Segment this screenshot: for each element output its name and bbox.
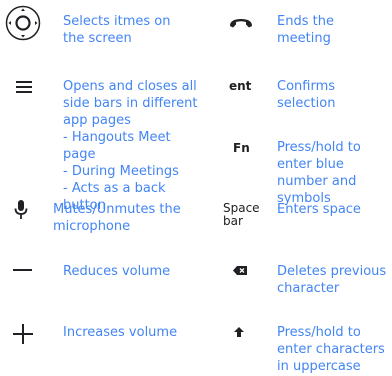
menu-description: Opens and closes all side bars in differ… [63, 79, 198, 213]
enter-key-label: ent [229, 79, 252, 93]
uppercase-description: Press/hold to enter characters in upperc… [277, 325, 385, 374]
mute-description: Mutes/Unmutes the microphone [53, 202, 181, 234]
space-description: Enters space [277, 202, 361, 217]
plus-icon [13, 324, 33, 344]
confirm-description: Confirms selection [277, 79, 336, 111]
volume-up-description: Increases volume [63, 325, 178, 340]
hamburger-menu-icon [16, 81, 32, 93]
select-description: Selects itmes on the screen [63, 14, 171, 46]
delete-description: Deletes previous character [277, 264, 387, 296]
end-meeting-description: Ends the meeting [277, 14, 334, 46]
space-key-label: Space bar [223, 201, 260, 228]
microphone-icon [14, 200, 28, 220]
dpad-select-icon [5, 5, 41, 41]
shift-arrow-icon [234, 327, 244, 337]
backspace-icon [233, 266, 247, 275]
minus-icon [13, 269, 32, 271]
hang-up-icon [229, 17, 253, 29]
fn-key-label: Fn [233, 141, 250, 155]
volume-down-description: Reduces volume [63, 264, 171, 279]
fn-description: Press/hold to enter blue number and symb… [277, 140, 361, 206]
